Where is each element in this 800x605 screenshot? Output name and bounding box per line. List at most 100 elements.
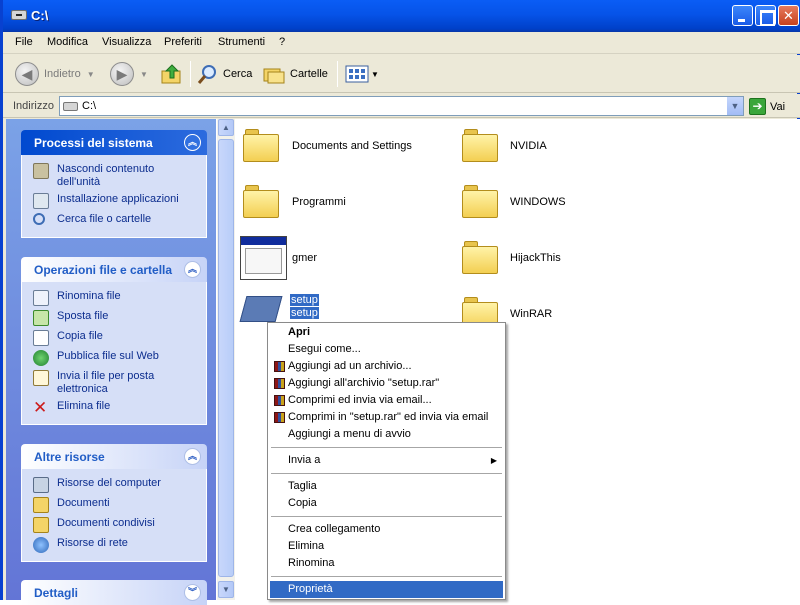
menu-send-to[interactable]: Invia a ▶ <box>270 452 503 469</box>
menu-add-to-setup-rar[interactable]: Aggiungi all'archivio "setup.rar" <box>270 375 503 392</box>
views-button[interactable]: ▼ <box>345 55 379 93</box>
submenu-arrow-icon: ▶ <box>490 456 497 465</box>
minimize-button[interactable] <box>732 5 753 26</box>
collapse-icon[interactable]: ︽ <box>184 134 201 151</box>
file-tasks-header[interactable]: Operazioni file e cartella ︽ <box>21 257 207 282</box>
context-menu: Apri Esegui come... Aggiungi ad un archi… <box>267 322 506 600</box>
install-programs-icon <box>33 193 49 209</box>
menu-properties[interactable]: Proprietà <box>270 581 503 598</box>
search-icon <box>33 213 45 225</box>
search-files-link[interactable]: Cerca file o cartelle <box>33 213 200 229</box>
menu-preferiti[interactable]: Preferiti <box>164 36 202 48</box>
winrar-icon <box>274 412 285 423</box>
views-icon <box>345 65 369 83</box>
address-dropdown-button[interactable]: ▼ <box>726 97 743 115</box>
menu-help[interactable]: ? <box>279 36 285 48</box>
details-header[interactable]: Dettagli ︾ <box>21 580 207 605</box>
menu-strumenti[interactable]: Strumenti <box>218 36 265 48</box>
menu-separator <box>271 516 502 517</box>
scroll-up-button[interactable]: ▲ <box>218 119 234 136</box>
globe-icon <box>33 350 49 366</box>
file-tasks-panel: Operazioni file e cartella ︽ Rinomina fil… <box>21 257 207 425</box>
back-button[interactable]: ◀ Indietro ▼ <box>15 55 95 93</box>
hide-drive-contents-link[interactable]: Nascondi contenuto dell'unità <box>33 163 200 189</box>
system-tasks-header[interactable]: Processi del sistema ︽ <box>21 130 207 155</box>
go-arrow-icon: ➔ <box>749 98 766 115</box>
menu-delete[interactable]: Elimina <box>270 538 503 555</box>
chevron-down-icon: ▼ <box>371 69 379 79</box>
address-input[interactable]: C:\ ▼ <box>59 96 744 116</box>
hide-contents-icon <box>33 163 49 179</box>
address-bar: Indirizzo C:\ ▼ ➔ Vai <box>3 94 800 118</box>
installer-icon <box>239 296 283 322</box>
publish-web-link[interactable]: Pubblica file sul Web <box>33 350 200 366</box>
email-file-link[interactable]: Invia il file per posta elettronica <box>33 370 200 396</box>
menu-separator <box>271 576 502 577</box>
menu-pin-start[interactable]: Aggiungi a menu di avvio <box>270 426 503 443</box>
envelope-icon <box>33 370 49 386</box>
menu-add-to-archive[interactable]: Aggiungi ad un archivio... <box>270 358 503 375</box>
rename-file-link[interactable]: Rinomina file <box>33 290 200 306</box>
expand-icon[interactable]: ︾ <box>184 584 201 601</box>
system-tasks-panel: Processi del sistema ︽ Nascondi contenuto… <box>21 130 207 238</box>
move-file-link[interactable]: Sposta file <box>33 310 200 326</box>
vertical-scrollbar[interactable]: ▲ ▼ <box>217 119 235 600</box>
shared-folder-icon <box>33 517 49 533</box>
menu-separator <box>271 473 502 474</box>
folders-button[interactable]: Cartelle <box>263 55 328 93</box>
close-button[interactable]: ✕ <box>778 5 799 26</box>
collapse-icon[interactable]: ︽ <box>184 261 201 278</box>
scroll-down-button[interactable]: ▼ <box>218 581 234 598</box>
details-panel: Dettagli ︾ <box>21 580 207 605</box>
copy-file-link[interactable]: Copia file <box>33 330 200 346</box>
copy-icon <box>33 330 49 346</box>
menu-compress-email[interactable]: Comprimi ed invia via email... <box>270 392 503 409</box>
forward-button[interactable]: ▶ ▼ <box>110 55 148 93</box>
menu-create-shortcut[interactable]: Crea collegamento <box>270 521 503 538</box>
computer-icon <box>33 477 49 493</box>
search-icon <box>197 65 216 84</box>
folders-icon <box>263 68 285 84</box>
other-places-panel: Altre risorse ︽ Risorse del computer Docu… <box>21 444 207 562</box>
move-icon <box>33 310 49 326</box>
delete-file-link[interactable]: ✕ Elimina file <box>33 398 200 417</box>
network-places-link[interactable]: Risorse di rete <box>33 537 200 553</box>
menu-file[interactable]: File <box>15 36 33 48</box>
folder-icon <box>462 239 498 275</box>
title-bar[interactable]: C:\ ✕ <box>3 0 800 32</box>
shared-documents-link[interactable]: Documenti condivisi <box>33 517 200 533</box>
winrar-icon <box>274 395 285 406</box>
search-button[interactable]: Cerca <box>197 55 252 93</box>
task-pane: Processi del sistema ︽ Nascondi contenuto… <box>6 119 216 605</box>
my-computer-link[interactable]: Risorse del computer <box>33 477 200 493</box>
menu-run-as[interactable]: Esegui come... <box>270 341 503 358</box>
forward-arrow-icon: ▶ <box>110 62 134 86</box>
maximize-button[interactable] <box>755 5 776 26</box>
folder-icon <box>462 183 498 219</box>
menu-visualizza[interactable]: Visualizza <box>102 36 151 48</box>
back-arrow-icon: ◀ <box>15 62 39 86</box>
toolbar: ◀ Indietro ▼ ▶ ▼ Cerca Cartelle ▼ <box>3 55 800 93</box>
scroll-thumb[interactable] <box>218 139 234 577</box>
other-places-header[interactable]: Altre risorse ︽ <box>21 444 207 469</box>
window-title: C:\ <box>31 8 49 23</box>
menu-rename[interactable]: Rinomina <box>270 555 503 572</box>
add-remove-programs-link[interactable]: Installazione applicazioni <box>33 193 200 209</box>
collapse-icon[interactable]: ︽ <box>184 448 201 465</box>
menu-separator <box>271 447 502 448</box>
menu-copy[interactable]: Copia <box>270 495 503 512</box>
delete-x-icon: ✕ <box>33 398 48 417</box>
explorer-window: C:\ ✕ File Modifica Visualizza Preferiti… <box>0 0 800 605</box>
menu-cut[interactable]: Taglia <box>270 478 503 495</box>
go-button[interactable]: ➔ Vai <box>749 98 785 115</box>
winrar-icon <box>274 361 285 372</box>
my-documents-link[interactable]: Documenti <box>33 497 200 513</box>
up-button[interactable] <box>161 55 183 93</box>
address-label: Indirizzo <box>13 100 54 112</box>
folder-icon <box>243 183 279 219</box>
rename-icon <box>33 290 49 306</box>
documents-folder-icon <box>33 497 49 513</box>
menu-modifica[interactable]: Modifica <box>47 36 88 48</box>
menu-compress-setup-rar-email[interactable]: Comprimi in "setup.rar" ed invia via ema… <box>270 409 503 426</box>
menu-open[interactable]: Apri <box>270 324 503 341</box>
